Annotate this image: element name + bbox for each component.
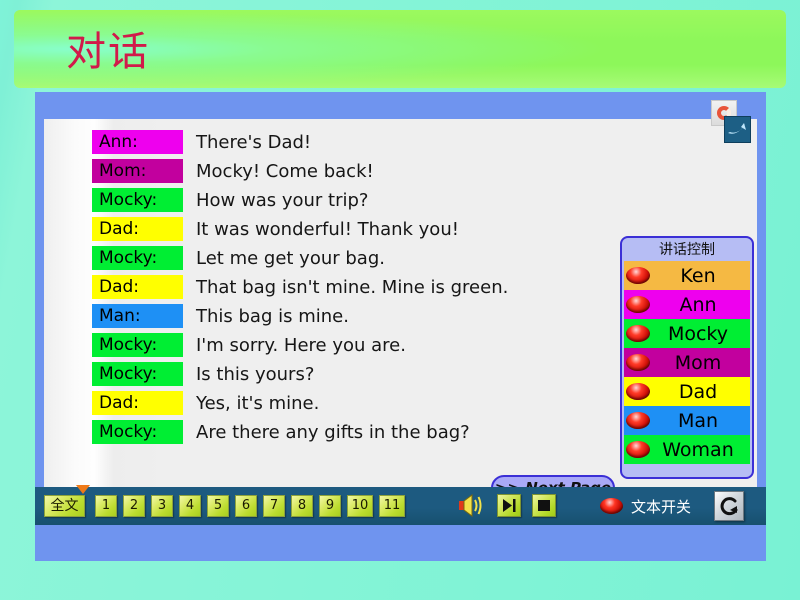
window-header-bar [35, 92, 766, 119]
speaker-button-label: Woman [662, 438, 734, 461]
speaker-button-label: Ann [679, 293, 717, 316]
speaker-button-ann[interactable]: Ann [624, 290, 750, 319]
toolbar-button-page-7[interactable]: 7 [263, 495, 285, 517]
bottom-blue-strip [35, 525, 766, 561]
dialogue-line-text: Are there any gifts in the bag? [196, 421, 470, 443]
toolbar-button-page-8[interactable]: 8 [291, 495, 313, 517]
dialogue-line-text: Is this yours? [196, 363, 315, 385]
speaker-button-label: Mom [674, 351, 722, 374]
speaker-button-mocky[interactable]: Mocky [624, 319, 750, 348]
toolbar-button-page-9[interactable]: 9 [319, 495, 341, 517]
dialogue-speaker-label: Mocky: [92, 420, 183, 444]
toolbar-button-page-1[interactable]: 1 [95, 495, 117, 517]
red-dome-icon [626, 325, 650, 342]
dialogue-list: Ann: There's Dad! Mom: Mocky! Come back! Moc… [92, 128, 652, 447]
speaker-button-woman[interactable]: Woman [624, 435, 750, 464]
toolbar-button-page-4[interactable]: 4 [179, 495, 201, 517]
logo-swoosh-icon [724, 116, 751, 143]
speaker-control-panel: 讲话控制 Ken Ann Mocky Mom Dad Man Woman [620, 236, 754, 479]
dialogue-speaker-label: Mocky: [92, 246, 183, 270]
dialogue-row[interactable]: Mocky: Let me get your bag. [92, 244, 652, 272]
dialogue-row[interactable]: Dad: That bag isn't mine. Mine is green. [92, 273, 652, 301]
dialogue-row[interactable]: Dad: Yes, it's mine. [92, 389, 652, 417]
dialogue-speaker-label: Mocky: [92, 188, 183, 212]
dialogue-speaker-label: Ann: [92, 130, 183, 154]
red-dome-icon [626, 267, 650, 284]
speaker-icon[interactable] [457, 494, 483, 517]
dialogue-speaker-label: Man: [92, 304, 183, 328]
toolbar-button-page-5[interactable]: 5 [207, 495, 229, 517]
toolbar-button-page-2[interactable]: 2 [123, 495, 145, 517]
bottom-toolbar: 全文 1 2 3 4 5 6 7 8 9 10 11 文本开关 [35, 485, 766, 525]
toolbar-button-page-11[interactable]: 11 [379, 495, 405, 517]
dialogue-speaker-label: Dad: [92, 217, 183, 241]
toolbar-button-page-3[interactable]: 3 [151, 495, 173, 517]
page-title: 对话 [66, 29, 150, 75]
red-dome-icon [626, 296, 650, 313]
play-button[interactable] [497, 494, 521, 517]
stop-button[interactable] [532, 494, 556, 517]
dialogue-line-text: There's Dad! [196, 131, 312, 153]
dialogue-row[interactable]: Mocky: How was your trip? [92, 186, 652, 214]
toolbar-button-page-10[interactable]: 10 [347, 495, 373, 517]
text-toggle-label: 文本开关 [631, 498, 692, 516]
speaker-button-man[interactable]: Man [624, 406, 750, 435]
slide-root: 对话 Ann: There's Dad! Mom: Mocky! Come back!… [0, 0, 800, 600]
dialogue-speaker-label: Mocky: [92, 333, 183, 357]
text-toggle-button[interactable] [600, 498, 623, 514]
dialogue-row[interactable]: Mocky: I'm sorry. Here you are. [92, 331, 652, 359]
red-dome-icon [626, 354, 650, 371]
dialogue-speaker-label: Mocky: [92, 362, 183, 386]
triangle-marker-icon [76, 485, 90, 494]
dialogue-row[interactable]: Mom: Mocky! Come back! [92, 157, 652, 185]
red-dome-icon [626, 412, 650, 429]
dialogue-row[interactable]: Ann: There's Dad! [92, 128, 652, 156]
dialogue-speaker-label: Dad: [92, 391, 183, 415]
dialogue-row[interactable]: Man: This bag is mine. [92, 302, 652, 330]
dialogue-speaker-label: Dad: [92, 275, 183, 299]
speaker-button-mom[interactable]: Mom [624, 348, 750, 377]
speaker-button-ken[interactable]: Ken [624, 261, 750, 290]
speaker-button-label: Mocky [667, 322, 729, 345]
dialogue-line-text: Yes, it's mine. [196, 392, 320, 414]
dialogue-line-text: It was wonderful! Thank you! [196, 218, 459, 240]
title-band: 对话 [14, 10, 786, 88]
dialogue-line-text: I'm sorry. Here you are. [196, 334, 406, 356]
speaker-button-label: Man [677, 409, 719, 432]
speaker-button-dad[interactable]: Dad [624, 377, 750, 406]
red-dome-icon [626, 383, 650, 400]
toolbar-button-all-text[interactable]: 全文 [44, 495, 85, 517]
dialogue-line-text: Mocky! Come back! [196, 160, 374, 182]
dialogue-row[interactable]: Dad: It was wonderful! Thank you! [92, 215, 652, 243]
speaker-panel-title: 讲话控制 [624, 240, 750, 261]
dialogue-speaker-label: Mom: [92, 159, 183, 183]
speaker-button-label: Ken [680, 264, 716, 287]
dialogue-row[interactable]: Mocky: Are there any gifts in the bag? [92, 418, 652, 446]
dialogue-line-text: That bag isn't mine. Mine is green. [196, 276, 509, 298]
dialogue-row[interactable]: Mocky: Is this yours? [92, 360, 652, 388]
dialogue-line-text: How was your trip? [196, 189, 369, 211]
return-arrow-icon[interactable] [714, 491, 744, 521]
toolbar-button-page-6[interactable]: 6 [235, 495, 257, 517]
speaker-button-label: Dad [678, 380, 718, 403]
speaker-button-list: Ken Ann Mocky Mom Dad Man Woman [624, 261, 750, 464]
dialogue-line-text: Let me get your bag. [196, 247, 385, 269]
red-dome-icon [626, 441, 650, 458]
dialogue-line-text: This bag is mine. [196, 305, 349, 327]
